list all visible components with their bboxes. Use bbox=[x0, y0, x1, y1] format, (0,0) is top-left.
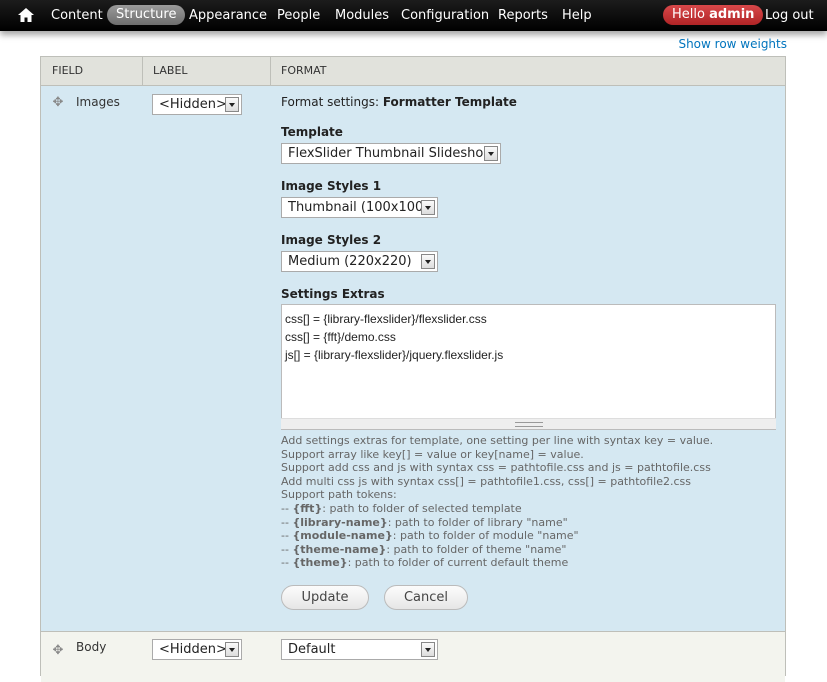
show-row-weights-link[interactable]: Show row weights bbox=[678, 37, 787, 51]
dropdown-arrow-icon bbox=[421, 254, 435, 269]
dropdown-arrow-icon bbox=[225, 642, 239, 657]
label-select[interactable]: <Hidden> bbox=[152, 639, 242, 660]
toolbar-item-structure[interactable]: Structure bbox=[107, 5, 186, 25]
help-line: Support path tokens: bbox=[281, 488, 397, 502]
format-select[interactable]: Default bbox=[281, 639, 438, 660]
drag-handle-icon[interactable]: ✥ bbox=[51, 96, 65, 110]
token-line: -- {library-name}: path to folder of lib… bbox=[281, 515, 568, 529]
textarea-line: css[] = {library-flexslider}/flexslider.… bbox=[285, 312, 487, 326]
label-select-value: <Hidden> bbox=[159, 642, 227, 657]
user-greeting[interactable]: Hello admin bbox=[663, 5, 764, 25]
format-settings-prefix: Format settings: bbox=[281, 95, 379, 109]
token-line: -- {theme-name}: path to folder of theme… bbox=[281, 542, 567, 556]
toolbar-item-reports[interactable]: Reports bbox=[498, 0, 548, 31]
dropdown-arrow-icon bbox=[484, 146, 498, 161]
header-format: Format bbox=[281, 64, 327, 77]
toolbar-item-configuration[interactable]: Configuration bbox=[401, 0, 489, 31]
toolbar-item-help[interactable]: Help bbox=[562, 0, 592, 31]
logout-link[interactable]: Log out bbox=[765, 0, 814, 31]
update-button[interactable]: Update bbox=[281, 585, 369, 610]
greeting-username: admin bbox=[709, 7, 755, 22]
dropdown-arrow-icon bbox=[421, 642, 435, 657]
header-field: Field bbox=[52, 64, 84, 77]
toolbar-item-appearance[interactable]: Appearance bbox=[189, 0, 267, 31]
textarea-line: css[] = {fft}/demo.css bbox=[285, 330, 396, 344]
image-styles-2-value: Medium (220x220) bbox=[288, 254, 412, 269]
token-name: {fft} bbox=[292, 501, 323, 515]
format-settings-heading: Format settings: Formatter Template bbox=[281, 95, 517, 109]
textarea-line: js[] = {library-flexslider}/jquery.flexs… bbox=[285, 348, 504, 362]
admin-toolbar: Content Structure Appearance People Modu… bbox=[0, 0, 827, 31]
help-line: Support array like key[] = value or key[… bbox=[281, 447, 584, 461]
format-settings-name: Formatter Template bbox=[382, 95, 517, 109]
table-header: Field Label Format bbox=[41, 57, 785, 86]
token-name: {theme-name} bbox=[292, 542, 387, 556]
greeting-prefix: Hello bbox=[672, 7, 705, 22]
header-label: Label bbox=[153, 64, 188, 77]
settings-extras-help: Add settings extras for template, one se… bbox=[281, 434, 761, 570]
dropdown-arrow-icon bbox=[225, 97, 239, 112]
token-name: {theme} bbox=[292, 556, 348, 570]
token-line: -- {fft}: path to folder of selected tem… bbox=[281, 501, 522, 515]
toolbar-item-content[interactable]: Content bbox=[51, 0, 103, 31]
image-styles-2-label: Image Styles 2 bbox=[281, 233, 382, 247]
drag-handle-icon[interactable]: ✥ bbox=[51, 644, 65, 658]
token-name: {library-name} bbox=[292, 515, 388, 529]
field-name: Body bbox=[76, 640, 107, 654]
home-icon[interactable] bbox=[18, 8, 34, 22]
image-styles-1-value: Thumbnail (100x100) bbox=[288, 200, 429, 215]
template-label: Template bbox=[281, 125, 343, 139]
label-select[interactable]: <Hidden> bbox=[152, 94, 242, 115]
toolbar-item-people[interactable]: People bbox=[277, 0, 320, 31]
token-line: -- {theme}: path to folder of current de… bbox=[281, 556, 569, 570]
table-row: ✥ Body <Hidden> Default bbox=[41, 632, 785, 682]
settings-extras-label: Settings Extras bbox=[281, 287, 385, 301]
token-line: -- {module-name}: path to folder of modu… bbox=[281, 529, 579, 543]
help-line: Support add css and js with syntax css =… bbox=[281, 461, 711, 475]
format-select-value: Default bbox=[288, 642, 336, 657]
label-select-value: <Hidden> bbox=[159, 97, 227, 112]
settings-extras-textarea[interactable]: css[] = {library-flexslider}/flexslider.… bbox=[281, 304, 776, 430]
textarea-resize-grip[interactable] bbox=[281, 418, 776, 429]
cancel-button[interactable]: Cancel bbox=[384, 585, 468, 610]
image-styles-2-select[interactable]: Medium (220x220) bbox=[281, 251, 438, 272]
field-name: Images bbox=[76, 95, 120, 109]
help-line: Add multi css js with syntax css[] = pat… bbox=[281, 474, 692, 488]
image-styles-1-label: Image Styles 1 bbox=[281, 179, 382, 193]
token-name: {module-name} bbox=[292, 529, 393, 543]
dropdown-arrow-icon bbox=[421, 200, 435, 215]
help-line: Add settings extras for template, one se… bbox=[281, 434, 714, 447]
image-styles-1-select[interactable]: Thumbnail (100x100) bbox=[281, 197, 438, 218]
template-select[interactable]: FlexSlider Thumbnail Slideshow bbox=[281, 143, 501, 164]
template-select-value: FlexSlider Thumbnail Slideshow bbox=[288, 146, 494, 161]
toolbar-item-modules[interactable]: Modules bbox=[335, 0, 389, 31]
